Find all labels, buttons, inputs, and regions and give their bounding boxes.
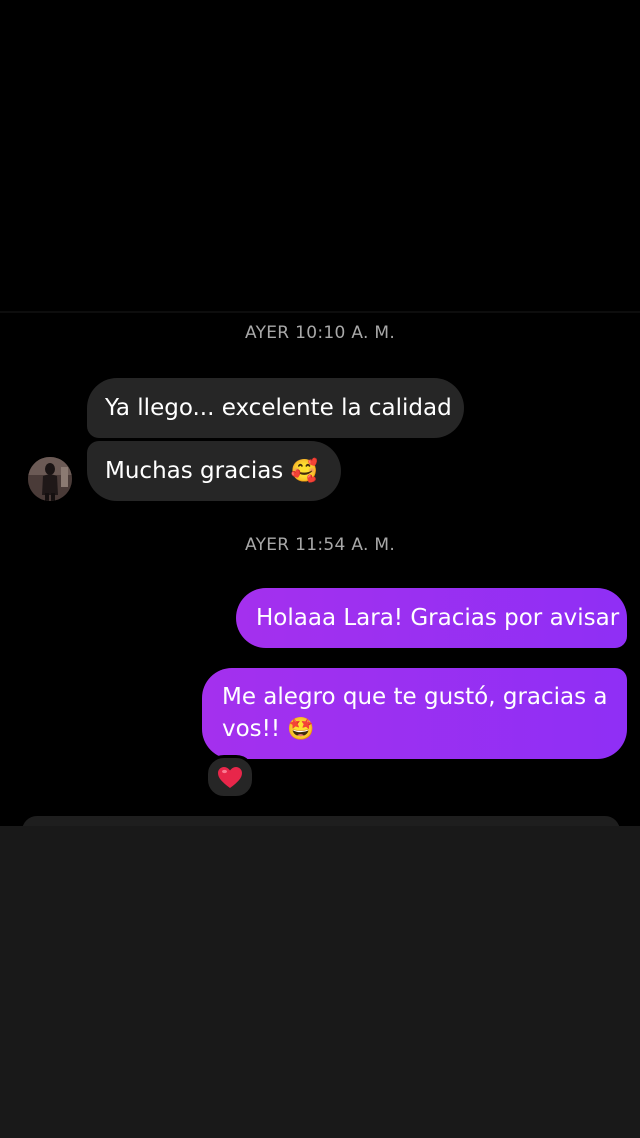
bottom-panel xyxy=(0,826,640,1138)
message-text-line: vos!! xyxy=(222,716,281,742)
timestamp-divider: AYER 11:54 A. M. xyxy=(244,535,396,555)
incoming-message[interactable]: Ya llego... excelente la calidad xyxy=(87,378,464,438)
partial-bubble xyxy=(100,816,500,826)
contact-avatar[interactable] xyxy=(28,457,72,501)
message-text: Holaaa Lara! Gracias por avisar xyxy=(256,605,620,631)
star-struck-icon: 🤩 xyxy=(287,717,315,742)
smiling-face-with-hearts-icon: 🥰 xyxy=(290,459,319,484)
heart-icon xyxy=(218,767,242,788)
top-blank-area xyxy=(0,0,640,312)
message-text-line: Me alegro que te gustó, gracias a xyxy=(222,684,608,710)
partial-bubble xyxy=(470,816,620,826)
outgoing-message[interactable]: Holaaa Lara! Gracias por avisar xyxy=(236,588,627,648)
timestamp-divider: AYER 10:10 A. M. xyxy=(244,323,396,343)
message-thread[interactable]: AYER 10:10 A. M. Ya llego... excelente l… xyxy=(0,313,640,826)
message-text: Muchas gracias xyxy=(105,458,284,484)
outgoing-message[interactable]: Me alegro que te gustó, gracias a vos!! … xyxy=(202,668,627,759)
message-text: Ya llego... excelente la calidad xyxy=(105,395,452,421)
reaction-badge[interactable] xyxy=(205,755,255,799)
avatar-photo-icon xyxy=(28,457,72,501)
incoming-message[interactable]: Muchas gracias 🥰 xyxy=(87,441,341,501)
